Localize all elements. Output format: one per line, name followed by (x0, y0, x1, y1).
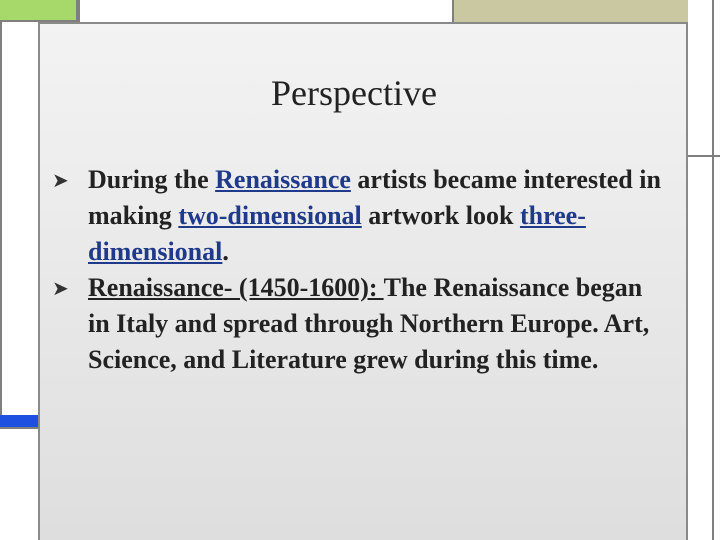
arrowhead-bullet-icon: ➤ (52, 168, 69, 192)
left-vertical-rule (0, 22, 2, 417)
slide-title: Perspective (271, 73, 437, 113)
green-corner-block (0, 0, 78, 22)
bullet-text: . (222, 237, 229, 266)
bottom-left-rule (0, 427, 38, 429)
bullet-item: ➤ During the Renaissance artists became … (50, 162, 670, 270)
bullet-list: ➤ During the Renaissance artists became … (50, 162, 670, 378)
bullet-item: ➤ Renaissance- (1450-1600): The Renaissa… (50, 270, 670, 378)
renaissance-dates-label: Renaissance- (1450-1600): (88, 273, 384, 302)
bullet-text: During the (88, 165, 216, 194)
blue-side-block (0, 415, 38, 427)
arrowhead-bullet-icon: ➤ (52, 276, 69, 300)
renaissance-link[interactable]: Renaissance (215, 165, 351, 194)
right-vertical-rule (712, 0, 714, 540)
two-dimensional-link[interactable]: two-dimensional (178, 201, 361, 230)
right-horizontal-rule (688, 155, 720, 157)
bullet-text: artwork look (361, 201, 520, 230)
